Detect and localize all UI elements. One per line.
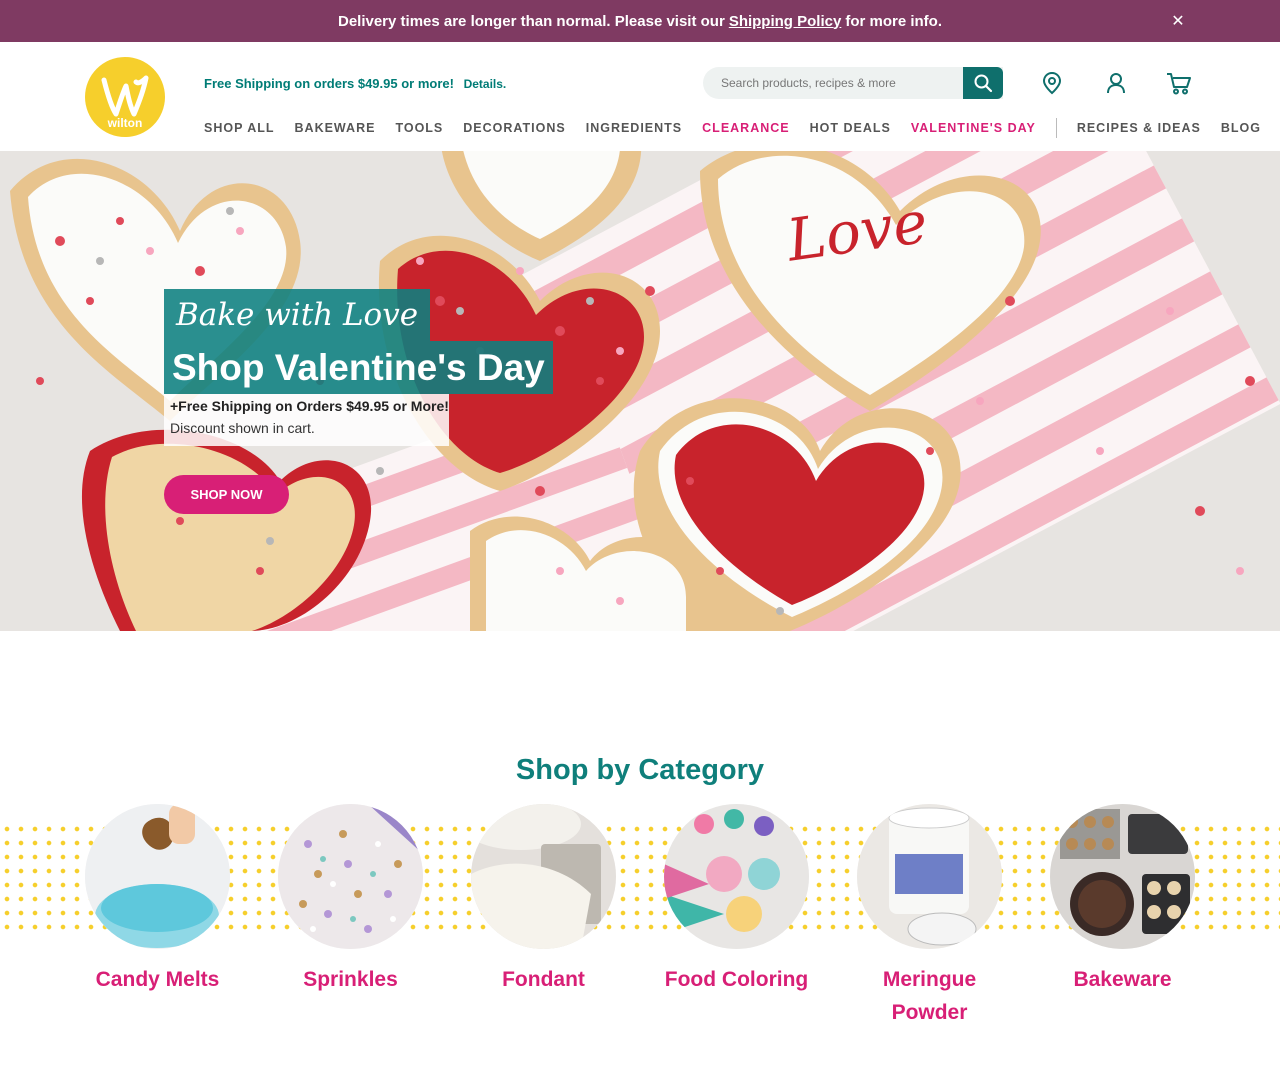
announcement-text: Delivery times are longer than normal. P… [337, 12, 725, 30]
hero-note: Discount shown in cart. [170, 420, 315, 436]
nav-blog[interactable]: BLOG [1221, 121, 1261, 135]
nav-divider [1055, 118, 1057, 138]
nav-shop-all[interactable]: SHOP ALL [204, 121, 275, 135]
nav-bakeware[interactable]: BAKEWARE [295, 121, 376, 135]
shop-now-button[interactable]: SHOP NOW [164, 475, 289, 514]
site-header: wilton Free Shipping on orders $49.95 or… [0, 42, 1280, 151]
close-icon[interactable]: ✕ [1168, 11, 1188, 31]
category-list: Candy Melts Sprinkles Fondant Food Color… [85, 804, 1195, 1044]
category-label: Food Coloring [664, 968, 809, 991]
food-coloring-image [664, 804, 809, 949]
nav-decorations[interactable]: DECORATIONS [463, 121, 565, 135]
announcement-bar: Delivery times are longer than normal. P… [0, 0, 1280, 42]
hero-banner[interactable]: Love Bake with Love Shop Valentine's Day… [0, 151, 1280, 631]
location-pin-icon[interactable] [1039, 70, 1065, 96]
category-meringue-powder[interactable]: Meringue Powder [857, 804, 1002, 1029]
search-input[interactable] [703, 67, 961, 99]
category-food-coloring[interactable]: Food Coloring [664, 804, 809, 996]
category-sprinkles[interactable]: Sprinkles [278, 804, 423, 996]
category-label: Fondant [502, 968, 585, 991]
search-icon [974, 74, 993, 93]
fondant-image [471, 804, 616, 949]
wilton-logo[interactable]: wilton [84, 56, 166, 138]
hero-subtitle: +Free Shipping on Orders $49.95 or More! [170, 398, 449, 414]
nav-valentines-day[interactable]: VALENTINE'S DAY [911, 121, 1036, 135]
nav-hot-deals[interactable]: HOT DEALS [810, 121, 891, 135]
category-fondant[interactable]: Fondant [471, 804, 616, 996]
nav-tools[interactable]: TOOLS [395, 121, 443, 135]
category-label: Bakeware [1073, 968, 1172, 991]
shipping-policy-link[interactable]: Shipping Policy [729, 13, 842, 30]
search-button[interactable] [963, 67, 1003, 99]
hero-script-title: Bake with Love [164, 289, 431, 341]
announcement-text-after: for more info. [845, 12, 942, 30]
category-candy-melts[interactable]: Candy Melts [85, 804, 230, 996]
candy-melts-image [85, 804, 230, 949]
search-bar [703, 67, 1003, 99]
category-bakeware[interactable]: Bakeware [1050, 804, 1195, 996]
free-shipping-promo: Free Shipping on orders $49.95 or more! … [204, 76, 506, 91]
user-account-icon[interactable] [1103, 70, 1129, 96]
bakeware-image [1050, 804, 1195, 949]
hero-subtitle-box: +Free Shipping on Orders $49.95 or More!… [164, 394, 449, 446]
promo-details-link[interactable]: Details. [464, 77, 507, 91]
svg-text:wilton: wilton [107, 116, 143, 130]
category-label: Sprinkles [303, 968, 398, 991]
sprinkles-image [278, 804, 423, 949]
cart-icon[interactable] [1166, 70, 1192, 96]
promo-text: Free Shipping on orders $49.95 or more! [204, 76, 454, 91]
nav-ingredients[interactable]: INGREDIENTS [586, 121, 682, 135]
nav-clearance[interactable]: CLEARANCE [702, 121, 789, 135]
hero-title: Shop Valentine's Day [164, 341, 553, 394]
meringue-powder-image [857, 804, 1002, 949]
category-section-title: Shop by Category [515, 754, 765, 786]
category-label: Meringue Powder [882, 968, 977, 1024]
nav-recipes-ideas[interactable]: RECIPES & IDEAS [1077, 121, 1201, 135]
main-nav: SHOP ALL BAKEWARE TOOLS DECORATIONS INGR… [204, 118, 1280, 138]
category-label: Candy Melts [95, 968, 220, 991]
